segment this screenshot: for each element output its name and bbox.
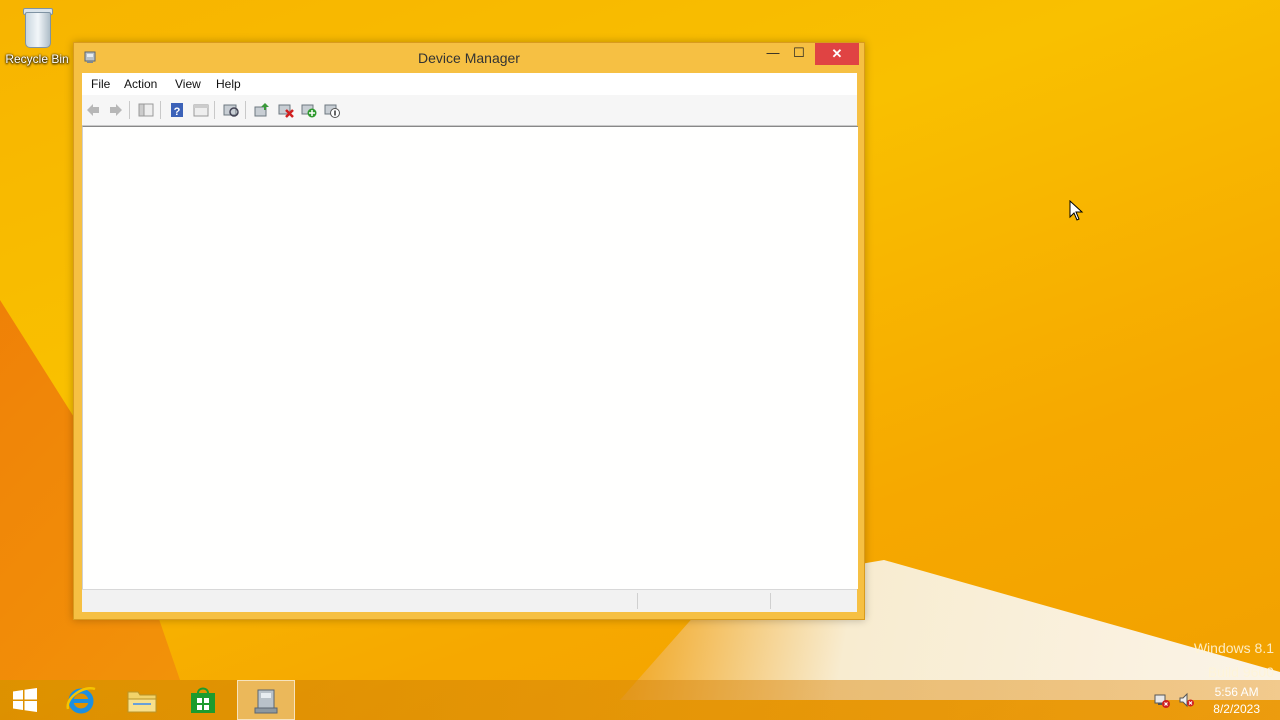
update-driver-icon[interactable] — [253, 101, 271, 119]
menu-action[interactable]: Action — [124, 77, 157, 91]
status-bar-divider — [637, 593, 638, 609]
mouse-pointer-icon — [1069, 200, 1084, 221]
help-icon[interactable]: ? — [168, 101, 186, 119]
menu-help[interactable]: Help — [216, 77, 241, 91]
menu-file[interactable]: File — [91, 77, 110, 91]
status-bar — [82, 589, 857, 612]
toolbar-separator — [245, 101, 246, 119]
windows-build-watermark: Windows 8.1 Build 9600 — [1194, 636, 1274, 684]
toolbar-separator — [129, 101, 130, 119]
uninstall-device-icon[interactable] — [277, 101, 295, 119]
toolbar: ? — [82, 95, 857, 126]
status-bar-divider — [770, 593, 771, 609]
network-disconnected-icon[interactable] — [1154, 692, 1170, 708]
device-manager-taskbar-button[interactable] — [237, 680, 295, 720]
minimize-button[interactable]: — — [760, 43, 786, 65]
properties-icon[interactable] — [192, 101, 210, 119]
internet-explorer-icon — [66, 686, 96, 714]
show-hide-console-tree-icon[interactable] — [137, 101, 155, 119]
taskbar-clock[interactable]: 5:56 AM 8/2/2023 — [1213, 684, 1260, 718]
forward-arrow-icon[interactable] — [107, 101, 125, 119]
window-title: Device Manager — [418, 50, 520, 66]
recycle-bin-label: Recycle Bin — [5, 52, 69, 66]
menu-bar: File Action View Help — [82, 73, 857, 95]
back-arrow-icon[interactable] — [84, 101, 102, 119]
maximize-button[interactable]: ☐ — [786, 43, 812, 65]
clock-date: 8/2/2023 — [1213, 702, 1260, 716]
disable-device-icon[interactable] — [323, 101, 341, 119]
file-explorer-taskbar-button[interactable] — [113, 680, 171, 720]
enable-device-icon[interactable] — [300, 101, 318, 119]
device-tree-pane[interactable] — [82, 126, 858, 589]
watermark-os: Windows 8.1 — [1193, 640, 1274, 656]
recycle-bin-desktop-icon[interactable]: Recycle Bin — [4, 6, 70, 66]
start-button[interactable] — [0, 680, 58, 720]
store-taskbar-button[interactable] — [174, 680, 232, 720]
folder-icon — [127, 691, 157, 713]
internet-explorer-taskbar-button[interactable] — [52, 680, 110, 720]
toolbar-separator — [214, 101, 215, 119]
taskbar — [0, 680, 1280, 720]
store-bag-icon — [191, 687, 215, 713]
close-button[interactable]: ✕ — [815, 43, 859, 65]
recycle-bin-icon — [20, 6, 54, 50]
device-manager-window: Device Manager — ☐ ✕ File Action View He… — [73, 42, 865, 620]
scan-hardware-icon[interactable] — [222, 101, 240, 119]
clock-time: 5:56 AM — [1214, 685, 1259, 699]
svg-text:?: ? — [174, 106, 181, 118]
toolbar-separator — [160, 101, 161, 119]
menu-view[interactable]: View — [175, 77, 201, 91]
device-manager-icon — [254, 689, 278, 714]
title-bar[interactable]: Device Manager — ☐ ✕ — [74, 43, 864, 73]
windows-logo-icon — [13, 688, 37, 712]
volume-muted-icon[interactable] — [1178, 692, 1194, 708]
